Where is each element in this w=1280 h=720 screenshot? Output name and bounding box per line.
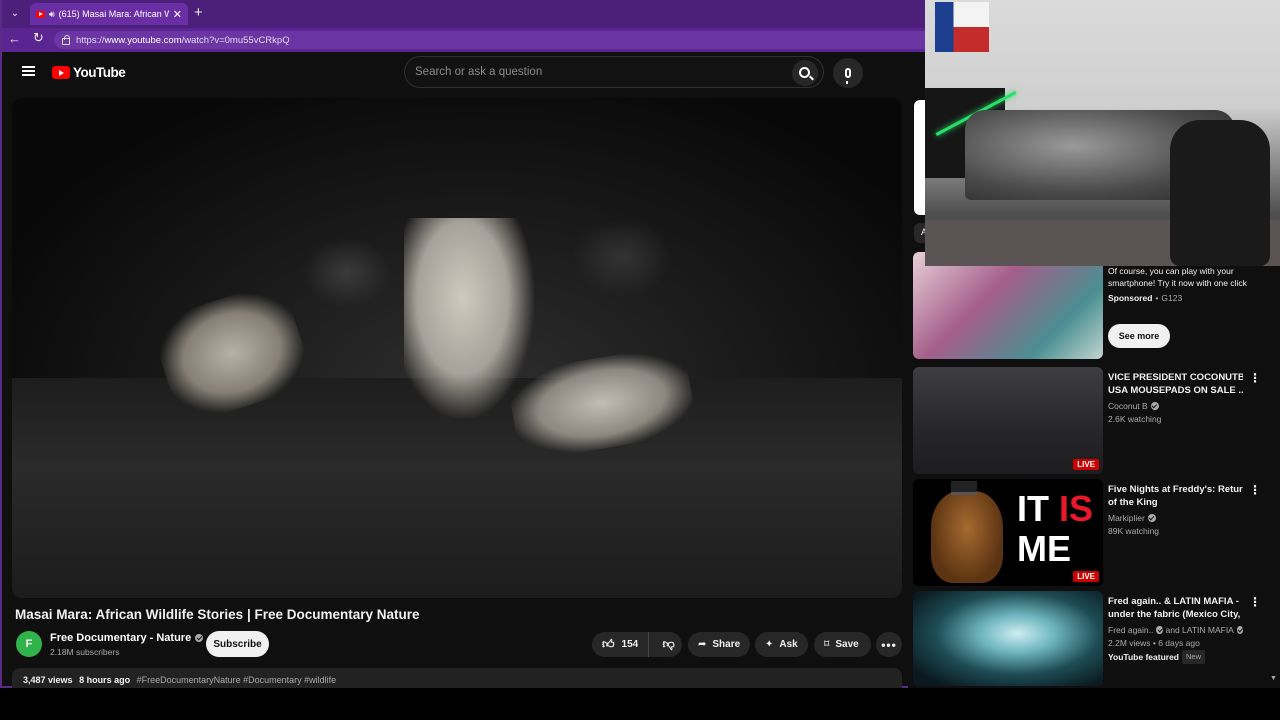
live-badge: LIVE [1073,459,1099,470]
more-options-icon[interactable]: ⋮ [1249,371,1261,385]
video-player[interactable] [12,98,902,598]
view-count: 3,487 views [23,675,73,685]
video-title[interactable]: Five Nights at Freddy's: Return [1108,483,1243,496]
webcam-overlay [925,0,1280,266]
verified-icon [1156,626,1163,634]
reload-icon[interactable]: ↻ [33,30,44,46]
like-button[interactable]: 👍︎ 154 [592,632,650,657]
channel-name[interactable]: Fred again.. and LATIN MAFIA [1108,624,1243,636]
video-title-cont[interactable]: of the King [1108,496,1243,509]
more-actions-button[interactable]: ••• [876,632,902,657]
thumbs-down-icon: 👎︎ [662,637,675,651]
tab-title: (615) Masai Mara: African Wil [58,9,169,19]
video-meta: 2.6K watching [1108,414,1162,424]
verified-icon [1236,626,1243,634]
share-button[interactable]: ➦ Share [688,632,750,657]
live-badge: LIVE [1073,571,1099,582]
video-title-cont[interactable]: USA MOUSEPADS ON SALE ... [1108,384,1243,397]
video-title-cont[interactable]: under the fabric (Mexico City, ... [1108,608,1243,621]
new-tab-button[interactable]: + [194,4,203,22]
like-dislike-group: 👍︎ 154 👎︎ [592,632,682,657]
url-text: https://www.youtube.com/watch?v=0mu55vCR… [76,34,290,46]
save-button[interactable]: ⌑ Save [814,632,871,657]
search-button[interactable] [792,60,818,86]
microphone-icon [845,68,851,84]
youtube-play-icon [52,66,70,79]
verified-icon [195,634,204,642]
thumbs-up-icon: 👍︎ [602,637,615,651]
ad-thumbnail[interactable] [913,252,1103,359]
video-thumbnail[interactable]: LIVE [913,367,1103,474]
video-thumbnail[interactable] [913,591,1103,686]
menu-icon[interactable] [22,66,35,76]
ad-sponsor-line: Sponsored • G123 [1108,293,1183,303]
dislike-button[interactable]: 👎︎ [655,632,682,657]
verified-icon [1150,402,1159,410]
hashtags[interactable]: #FreeDocumentaryNature #Documentary #wil… [137,675,337,685]
texas-flag-image [935,2,989,52]
subscribe-button[interactable]: Subscribe [206,631,269,657]
tab-list-dropdown-icon[interactable]: ⌄ [6,4,24,22]
bottom-bar [0,688,1280,720]
video-title: Masai Mara: African Wildlife Stories | F… [15,607,420,622]
description-box[interactable]: 3,487 views 8 hours ago #FreeDocumentary… [12,668,902,688]
upload-age: 8 hours ago [79,675,131,685]
youtube-favicon-icon [36,10,45,18]
browser-tab[interactable]: 🔊︎ (615) Masai Mara: African Wil ✕ [30,3,188,25]
channel-avatar[interactable]: F [16,631,42,657]
channel-name[interactable]: Free Documentary - Nature [50,632,204,644]
video-frame-lion [404,218,534,418]
tab-close-icon[interactable]: ✕ [173,8,182,21]
voice-search-button[interactable] [833,58,863,88]
video-frame-hyena [302,238,392,308]
video-meta: 89K watching [1108,526,1160,536]
new-badge: New [1182,650,1206,664]
more-options-icon[interactable]: ⋮ [1249,595,1261,609]
search-input[interactable]: Search or ask a question [404,56,824,88]
scroll-down-icon[interactable]: ▼ [1270,675,1277,682]
featured-line: YouTube featured New [1108,650,1243,664]
sparkle-icon: ✦ [765,639,774,650]
video-title[interactable]: Fred again.. & LATIN MAFIA - [1108,595,1243,608]
bookmark-icon: ⌑ [824,639,830,650]
video-thumbnail[interactable]: IT IS ME LIVE [913,479,1103,586]
subscriber-count: 2.18M subscribers [50,647,120,657]
video-meta: 2.2M views • 6 days ago [1108,638,1200,648]
url-field[interactable]: https://www.youtube.com/watch?v=0mu55vCR… [54,31,934,49]
youtube-header: YouTube Search or ask a question [4,52,926,92]
like-count: 154 [621,639,639,650]
video-frame-hyena [572,218,672,298]
chair-image [1170,120,1270,266]
ask-button[interactable]: ✦ Ask [755,632,808,657]
channel-name[interactable]: Coconut B [1108,400,1243,412]
hat-image [951,481,977,495]
youtube-logo[interactable]: YouTube [52,65,126,80]
verified-icon [1147,514,1156,522]
share-icon: ➦ [698,639,707,650]
video-title[interactable]: VICE PRESIDENT COCONUTB [1108,371,1243,384]
lock-icon [62,35,70,45]
speaker-icon[interactable]: 🔊︎ [49,9,55,20]
search-icon [798,66,810,78]
more-options-icon[interactable]: ⋮ [1249,483,1261,497]
ad-text: Of course, you can play with your smartp… [1108,266,1247,288]
back-arrow-icon[interactable]: ← [8,31,21,46]
thumbnail-text: IT IS ME [1017,488,1094,569]
channel-name[interactable]: Markiplier [1108,512,1243,524]
see-more-button[interactable]: See more [1108,324,1170,348]
freddy-image [931,491,1003,583]
